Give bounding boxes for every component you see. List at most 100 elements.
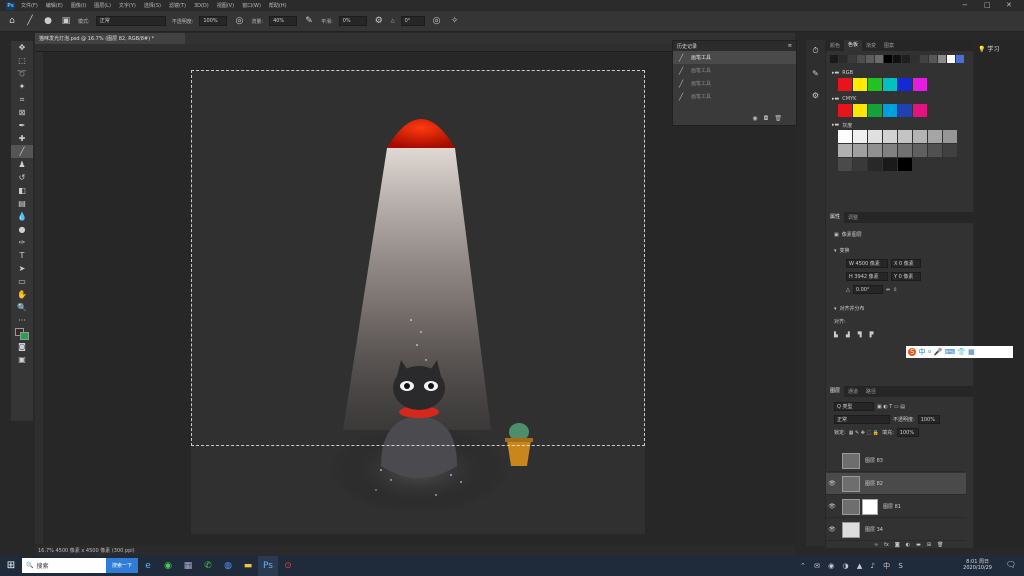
- color-swatch[interactable]: [853, 158, 867, 171]
- color-swatch[interactable]: [911, 55, 919, 63]
- brush-preset-icon[interactable]: ╱: [24, 15, 36, 27]
- taskbar-search-button[interactable]: 搜索一下: [106, 558, 138, 573]
- color-swatch[interactable]: [875, 55, 883, 63]
- eye-icon[interactable]: 👁: [826, 503, 838, 510]
- blur-tool-icon[interactable]: 💧: [11, 210, 33, 223]
- color-swatch[interactable]: [898, 104, 912, 117]
- mask-icon[interactable]: ◙: [895, 542, 900, 548]
- smooth-field[interactable]: 0%: [338, 16, 367, 26]
- layer-opacity-field[interactable]: 100%: [917, 415, 940, 424]
- opacity-field[interactable]: 100%: [199, 16, 228, 26]
- color-swatch-icon[interactable]: [11, 327, 33, 340]
- angle-field[interactable]: 0.00°: [852, 285, 883, 294]
- swatch-group-rgb[interactable]: ▸▬ RGB: [826, 68, 973, 78]
- color-swatch[interactable]: [893, 55, 901, 63]
- layer-fill-field[interactable]: 100%: [896, 428, 919, 437]
- history-dock-icon[interactable]: ⏱: [806, 40, 825, 62]
- filter-icons[interactable]: ▣ ◐ T ▭ ▤: [877, 404, 905, 410]
- swatch-group-gray[interactable]: ▸▬ 灰度: [826, 120, 973, 130]
- file-explorer-icon[interactable]: ▬: [238, 556, 258, 576]
- marquee-tool-icon[interactable]: ⬚: [11, 54, 33, 67]
- color-swatch[interactable]: [853, 104, 867, 117]
- color-swatch[interactable]: [866, 55, 874, 63]
- wechat-icon[interactable]: ✆: [198, 556, 218, 576]
- color-swatch[interactable]: [898, 144, 912, 157]
- recorder-icon[interactable]: ⊙: [278, 556, 298, 576]
- gear-icon[interactable]: ⚙: [373, 15, 385, 27]
- menu-filter[interactable]: 滤镜(T): [169, 2, 186, 9]
- y-field[interactable]: Y 0 像素: [891, 272, 921, 281]
- color-swatch[interactable]: [853, 144, 867, 157]
- dodge-tool-icon[interactable]: ●: [11, 223, 33, 236]
- layer-row[interactable]: 👁 图层 82: [826, 473, 966, 495]
- color-swatch[interactable]: [838, 78, 852, 91]
- align-left-icon[interactable]: ▙: [834, 332, 838, 338]
- home-icon[interactable]: ⌂: [6, 15, 18, 27]
- path-select-tool-icon[interactable]: ➤: [11, 262, 33, 275]
- color-swatch[interactable]: [853, 78, 867, 91]
- color-swatch[interactable]: [938, 55, 946, 63]
- color-swatch[interactable]: [868, 78, 882, 91]
- history-brush-tool-icon[interactable]: ↺: [11, 171, 33, 184]
- airbrush-icon[interactable]: ✎: [303, 15, 315, 27]
- link-icon[interactable]: ∞: [874, 542, 878, 548]
- pressure-opacity-icon[interactable]: ◎: [233, 15, 245, 27]
- system-tray-icons[interactable]: ⌃ ✉ ◉ ◑ ▲ ♪ 中 S: [800, 561, 906, 571]
- zoom-tool-icon[interactable]: 🔍: [11, 301, 33, 314]
- taskbar-search-input[interactable]: 🔍 搜索: [22, 558, 106, 573]
- align-center-icon[interactable]: ▟: [846, 332, 850, 338]
- edge-icon[interactable]: e: [138, 556, 158, 576]
- color-swatch[interactable]: [838, 130, 852, 143]
- color-swatch[interactable]: [868, 144, 882, 157]
- color-swatch[interactable]: [857, 55, 865, 63]
- color-swatch[interactable]: [898, 78, 912, 91]
- color-swatch[interactable]: [943, 144, 957, 157]
- tab-color[interactable]: 颜色: [826, 42, 844, 49]
- flow-field[interactable]: 40%: [269, 16, 298, 26]
- symmetry-icon[interactable]: ✧: [449, 15, 461, 27]
- history-footer-icons[interactable]: ◉◘🗑: [752, 115, 788, 122]
- color-swatch[interactable]: [902, 55, 910, 63]
- type-tool-icon[interactable]: T: [11, 249, 33, 262]
- eraser-tool-icon[interactable]: ◧: [11, 184, 33, 197]
- rectangle-tool-icon[interactable]: ▭: [11, 275, 33, 288]
- color-swatch[interactable]: [884, 55, 892, 63]
- group-icon[interactable]: ▬: [916, 542, 921, 548]
- color-swatch[interactable]: [929, 55, 937, 63]
- crop-tool-icon[interactable]: ⌗: [11, 93, 33, 106]
- transform-section[interactable]: ▾ 变换: [826, 244, 973, 257]
- menu-type[interactable]: 文字(Y): [119, 2, 136, 9]
- move-tool-icon[interactable]: ✥: [11, 41, 33, 54]
- document-tab[interactable]: 猫咪发光灯泡.psd @ 16.7% (图层 82, RGB/8#) *: [35, 33, 185, 44]
- color-swatch[interactable]: [838, 144, 852, 157]
- tab-adjustments[interactable]: 调整: [844, 214, 862, 221]
- brush-dock-icon[interactable]: ✎: [806, 62, 825, 84]
- clock[interactable]: 8:01 周日 2020/10/29: [963, 558, 992, 571]
- color-swatch[interactable]: [868, 130, 882, 143]
- ime-icons[interactable]: 中 ⸰ 🎤 ⌨ 👕 ▦: [918, 347, 974, 357]
- color-swatch[interactable]: [883, 144, 897, 157]
- lasso-tool-icon[interactable]: ➰: [11, 67, 33, 80]
- tab-properties[interactable]: 属性: [826, 212, 845, 223]
- menu-view[interactable]: 视图(V): [217, 2, 234, 9]
- menu-file[interactable]: 文件(F): [21, 2, 38, 9]
- more-tools-icon[interactable]: ···: [11, 314, 33, 327]
- layer-row[interactable]: 图层 83: [826, 450, 966, 472]
- minimize-button[interactable]: −: [962, 1, 968, 9]
- brush-settings-dock-icon[interactable]: ⚙: [806, 84, 825, 106]
- learn-button[interactable]: 💡 学习: [978, 44, 999, 53]
- color-swatch[interactable]: [853, 130, 867, 143]
- ime-toolbar[interactable]: S 中 ⸰ 🎤 ⌨ 👕 ▦: [906, 346, 1013, 358]
- color-swatch[interactable]: [943, 130, 957, 143]
- color-swatch[interactable]: [913, 78, 927, 91]
- app-360-icon[interactable]: ◉: [158, 556, 178, 576]
- fx-icon[interactable]: fx: [884, 542, 889, 548]
- color-swatch[interactable]: [839, 55, 847, 63]
- tab-swatches[interactable]: 色板: [844, 40, 863, 51]
- tab-paths[interactable]: 路径: [862, 388, 880, 395]
- swatch-group-cmyk[interactable]: ▸▬ CMYK: [826, 94, 973, 104]
- brush-tool-icon[interactable]: ╱: [11, 145, 33, 158]
- notification-icon[interactable]: 🗨: [1006, 560, 1016, 569]
- x-field[interactable]: X 0 像素: [891, 259, 921, 268]
- color-swatch[interactable]: [838, 158, 852, 171]
